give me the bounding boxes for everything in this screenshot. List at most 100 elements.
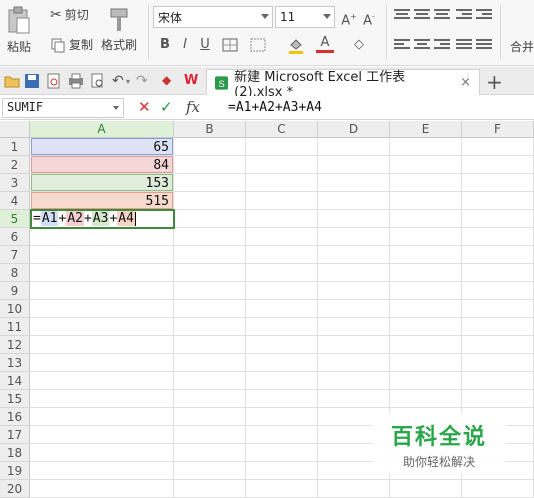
formula-input[interactable]: =A1+A2+A3+A4 bbox=[228, 100, 322, 115]
increase-font-icon[interactable]: A+ bbox=[340, 8, 358, 28]
column-header-a[interactable]: A bbox=[30, 121, 174, 138]
align-center-icon[interactable] bbox=[414, 39, 430, 53]
fill-color-icon[interactable] bbox=[287, 36, 305, 54]
cell-a3[interactable]: 153 bbox=[31, 174, 173, 191]
copy-button[interactable]: 复制 bbox=[50, 36, 93, 53]
print-icon[interactable] bbox=[68, 73, 84, 89]
underline-icon[interactable]: U bbox=[196, 36, 214, 54]
decrease-font-icon[interactable]: A- bbox=[360, 8, 378, 28]
row-header[interactable]: 11 bbox=[0, 318, 30, 336]
row-header[interactable]: 16 bbox=[0, 408, 30, 426]
ribbon-divider bbox=[500, 4, 501, 60]
row-header[interactable]: 5 bbox=[0, 210, 30, 228]
font-color-icon[interactable]: A bbox=[316, 34, 334, 53]
font-size-value: 11 bbox=[280, 10, 296, 24]
font-size-select[interactable]: 11 bbox=[275, 6, 335, 28]
column-header-b[interactable]: B bbox=[174, 121, 246, 138]
select-all-corner[interactable] bbox=[0, 121, 30, 138]
column-header-d[interactable]: D bbox=[318, 121, 390, 138]
row-header[interactable]: 14 bbox=[0, 372, 30, 390]
cut-button[interactable]: ✂ 剪切 bbox=[50, 6, 89, 23]
eraser-icon[interactable]: ◇ bbox=[350, 36, 368, 54]
column-header-f[interactable]: F bbox=[462, 121, 534, 138]
export-pdf-icon[interactable] bbox=[46, 73, 62, 89]
row-header[interactable]: 20 bbox=[0, 480, 30, 498]
redo-icon[interactable]: ↷ bbox=[136, 73, 152, 89]
row-header[interactable]: 3 bbox=[0, 174, 30, 192]
folder-open-icon[interactable] bbox=[4, 73, 20, 89]
insert-function-icon[interactable]: fx bbox=[186, 98, 200, 116]
gridline bbox=[30, 317, 534, 318]
svg-text:S: S bbox=[218, 77, 224, 88]
bold-icon[interactable]: B bbox=[156, 36, 174, 54]
formula-bar: SUMIF ✕ ✓ fx =A1+A2+A3+A4 bbox=[0, 96, 534, 120]
name-box-value: SUMIF bbox=[7, 100, 44, 114]
formula-equals: = bbox=[33, 211, 41, 226]
align-bottom-icon[interactable] bbox=[434, 9, 450, 23]
distribute-icon[interactable] bbox=[476, 39, 492, 53]
border-icon[interactable] bbox=[222, 38, 238, 52]
cell-a5-editor[interactable]: =A1+A2+A3+A4 bbox=[30, 209, 175, 229]
name-box[interactable]: SUMIF bbox=[2, 98, 124, 118]
brush-icon bbox=[110, 8, 128, 31]
format-painter-button[interactable]: 格式刷 bbox=[101, 6, 137, 53]
tab-document[interactable]: S 新建 Microsoft Excel 工作表 (2).xlsx * × bbox=[206, 69, 480, 100]
row-header[interactable]: 4 bbox=[0, 192, 30, 210]
font-name-select[interactable]: 宋体 bbox=[153, 6, 273, 28]
align-middle-icon[interactable] bbox=[414, 9, 430, 23]
chevron-down-icon bbox=[113, 106, 119, 110]
print-preview-icon[interactable] bbox=[90, 73, 106, 89]
row-header[interactable]: 19 bbox=[0, 462, 30, 480]
row-header[interactable]: 1 bbox=[0, 138, 30, 156]
gridline bbox=[317, 138, 318, 498]
gridline bbox=[30, 263, 534, 264]
pin-icon[interactable]: ◆ bbox=[162, 73, 178, 89]
formula-operator: + bbox=[83, 211, 92, 226]
chevron-down-icon bbox=[323, 14, 331, 19]
cell-a4[interactable]: 515 bbox=[31, 192, 173, 209]
merge-cells-icon[interactable] bbox=[250, 38, 266, 52]
close-icon[interactable]: × bbox=[460, 75, 471, 90]
new-tab-icon[interactable]: + bbox=[486, 70, 503, 94]
paste-icon bbox=[8, 6, 30, 34]
align-right-icon[interactable] bbox=[434, 39, 450, 53]
column-header-c[interactable]: C bbox=[246, 121, 318, 138]
row-header[interactable]: 15 bbox=[0, 390, 30, 408]
wps-logo-icon[interactable]: W bbox=[184, 73, 200, 89]
merge-label: 合并 bbox=[510, 40, 534, 54]
row-header[interactable]: 7 bbox=[0, 246, 30, 264]
chevron-down-icon[interactable]: ▾ bbox=[126, 77, 134, 93]
gridline bbox=[30, 407, 534, 408]
gridline bbox=[30, 389, 534, 390]
row-header[interactable]: 10 bbox=[0, 300, 30, 318]
decrease-indent-icon[interactable] bbox=[456, 9, 472, 23]
cell-a2[interactable]: 84 bbox=[31, 156, 173, 173]
cell-a1[interactable]: 65 bbox=[31, 138, 173, 155]
cancel-icon[interactable]: ✕ bbox=[138, 98, 151, 116]
italic-icon[interactable]: I bbox=[176, 36, 194, 54]
row-header[interactable]: 9 bbox=[0, 282, 30, 300]
row-header[interactable]: 8 bbox=[0, 264, 30, 282]
column-header-e[interactable]: E bbox=[390, 121, 462, 138]
gridline bbox=[173, 138, 174, 498]
row-header[interactable]: 13 bbox=[0, 354, 30, 372]
increase-indent-icon[interactable] bbox=[476, 9, 492, 23]
gridline bbox=[245, 138, 246, 498]
paste-button[interactable]: 粘贴 bbox=[6, 6, 32, 55]
align-left-icon[interactable] bbox=[394, 39, 410, 53]
gridline bbox=[30, 335, 534, 336]
formula-ref-a4: A4 bbox=[117, 211, 135, 226]
save-icon[interactable] bbox=[24, 73, 40, 89]
row-header[interactable]: 6 bbox=[0, 228, 30, 246]
justify-icon[interactable] bbox=[456, 39, 472, 53]
row-header[interactable]: 18 bbox=[0, 444, 30, 462]
row-header[interactable]: 12 bbox=[0, 336, 30, 354]
format-painter-label: 格式刷 bbox=[101, 38, 138, 52]
row-header[interactable]: 17 bbox=[0, 426, 30, 444]
align-top-icon[interactable] bbox=[394, 9, 410, 23]
merge-button[interactable]: 合并 bbox=[510, 38, 534, 55]
font-name-value: 宋体 bbox=[158, 10, 183, 25]
gridline bbox=[30, 281, 534, 282]
row-header[interactable]: 2 bbox=[0, 156, 30, 174]
confirm-icon[interactable]: ✓ bbox=[160, 98, 173, 116]
